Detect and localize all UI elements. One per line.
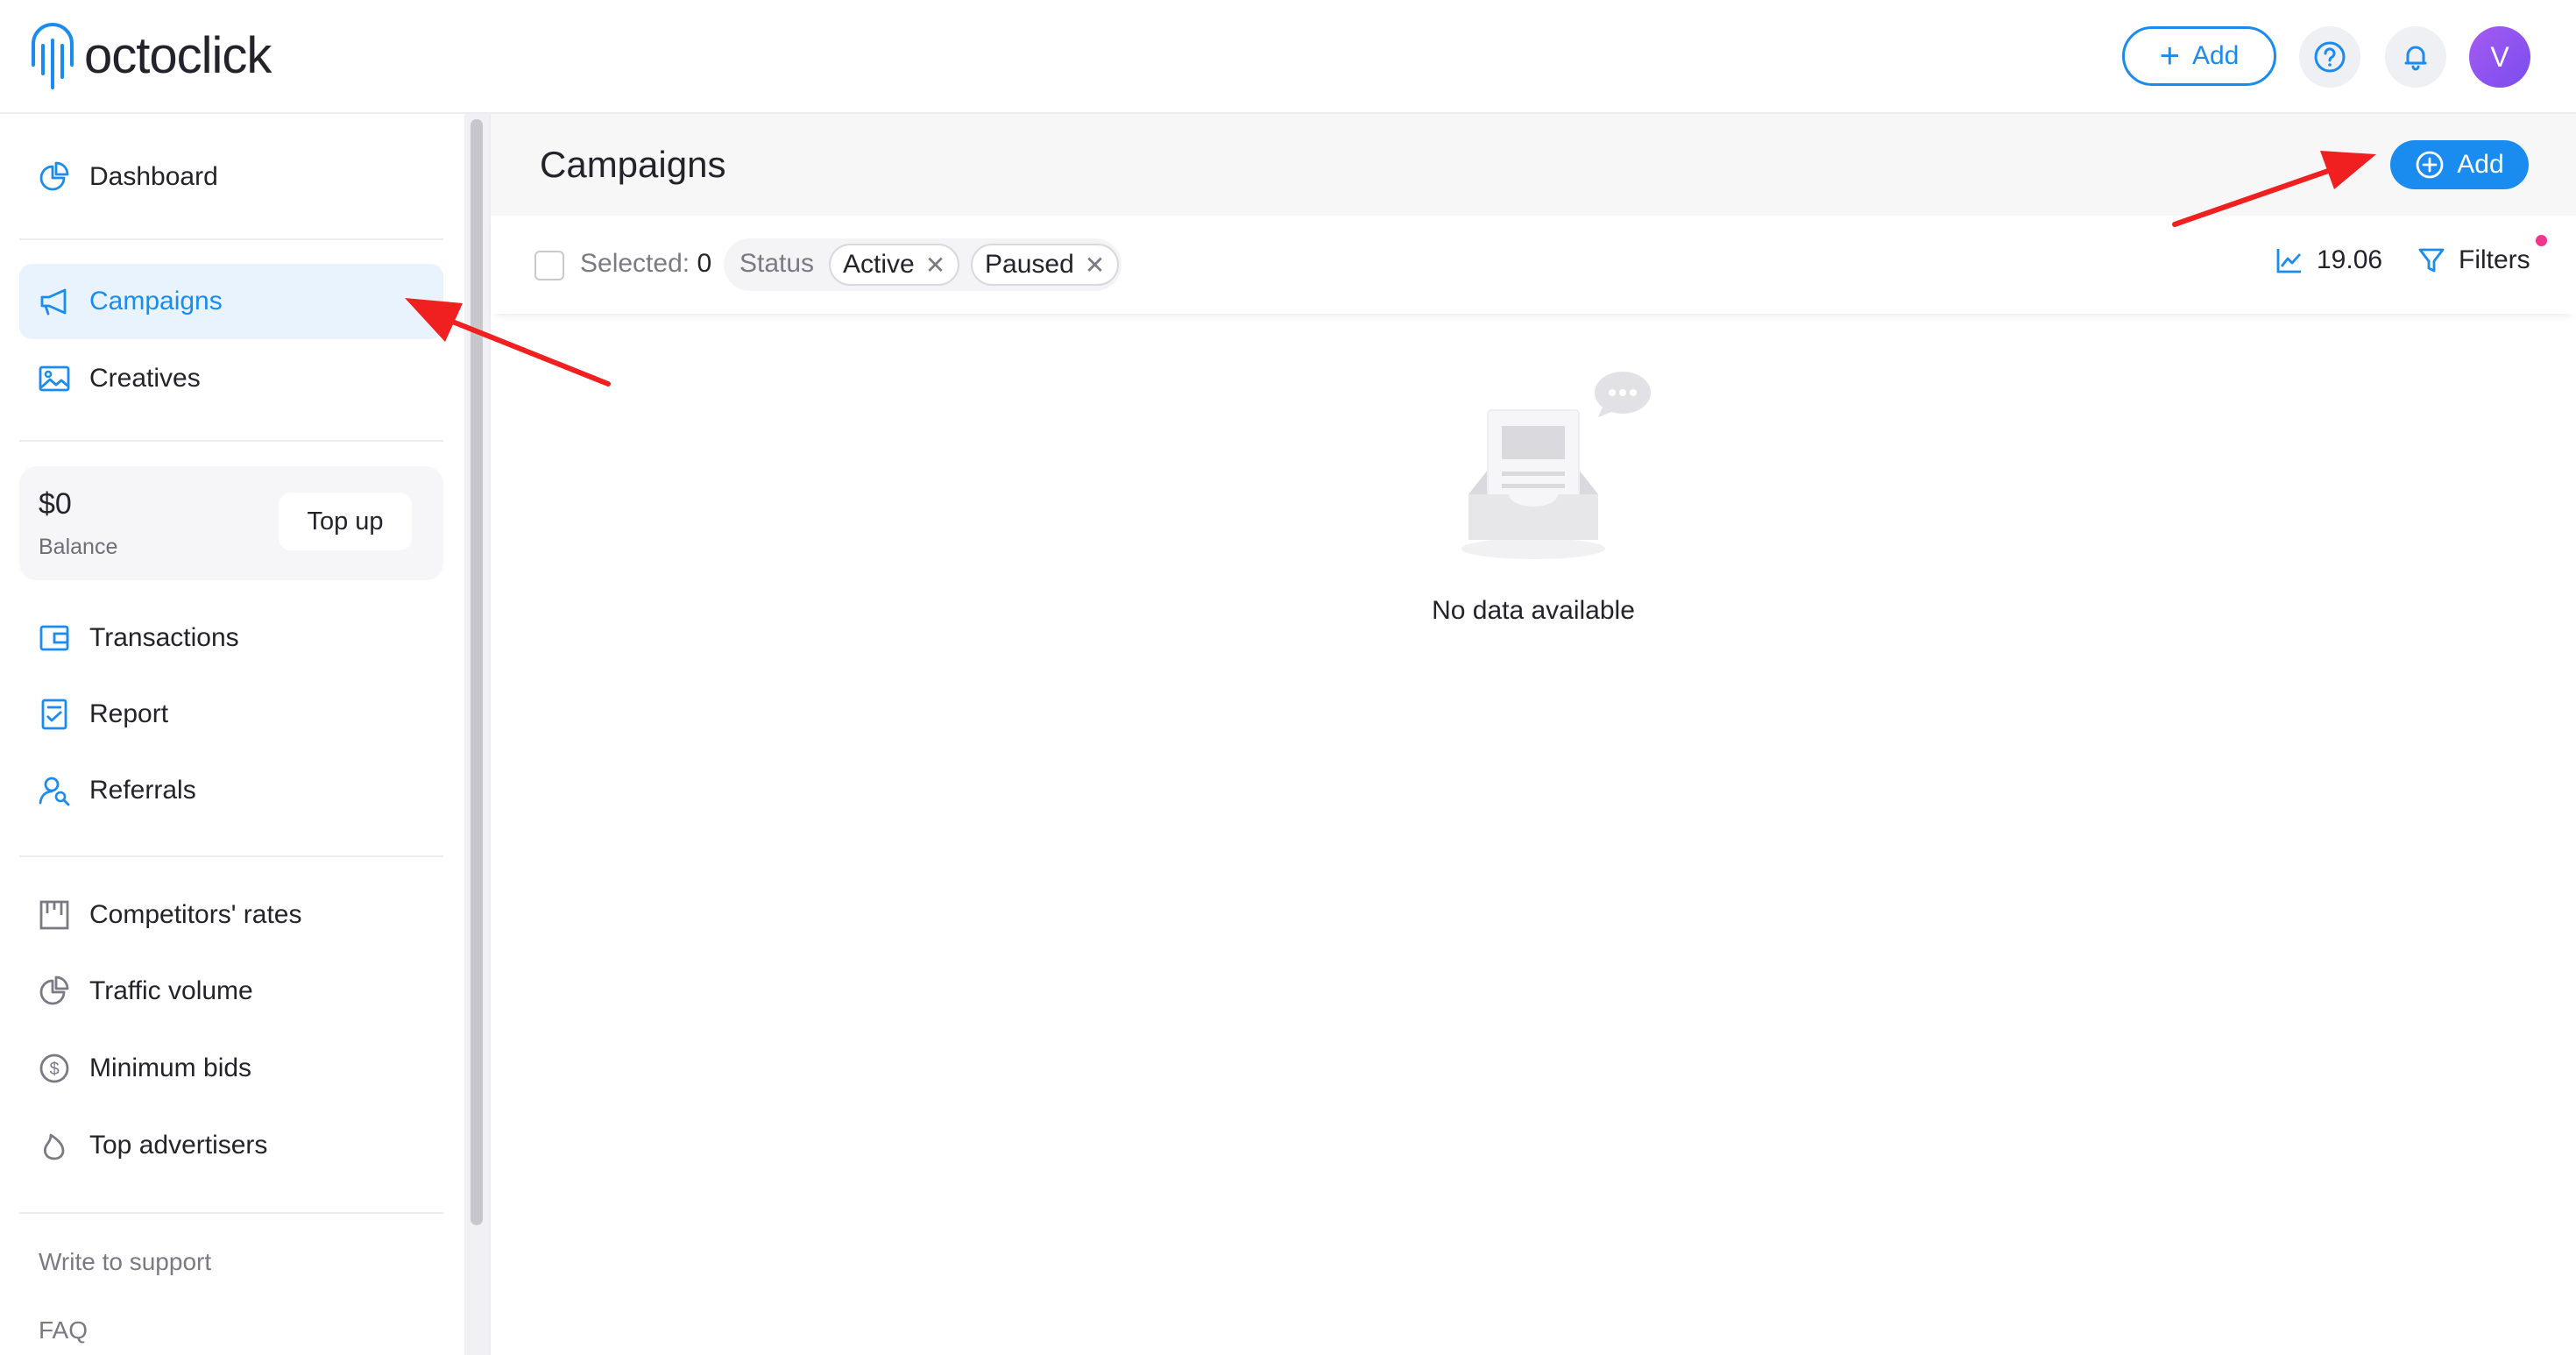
sidebar-item-traffic-volume[interactable]: Traffic volume [19, 954, 443, 1029]
sidebar-item-campaigns[interactable]: Campaigns [19, 264, 443, 339]
status-chip-paused[interactable]: Paused ✕ [971, 244, 1120, 286]
logo-text: octoclick [84, 26, 272, 84]
sidebar-item-label: Referrals [89, 776, 196, 805]
top-up-button[interactable]: Top up [279, 493, 412, 550]
report-icon [41, 699, 67, 730]
faq-link[interactable]: FAQ [39, 1316, 88, 1344]
close-icon[interactable]: ✕ [925, 251, 945, 280]
sidebar-item-creatives[interactable]: Creatives [19, 341, 443, 416]
sidebar-divider [19, 855, 443, 857]
write-to-support-link[interactable]: Write to support [39, 1248, 211, 1276]
selected-count: Selected: 0 [580, 249, 711, 279]
sidebar-scrollbar-thumb[interactable] [471, 119, 483, 1225]
close-icon[interactable]: ✕ [1085, 251, 1105, 280]
add-campaign-button[interactable]: Add [2390, 140, 2529, 189]
sidebar-divider [19, 440, 443, 442]
logo[interactable]: octoclick [28, 19, 272, 91]
sidebar-item-top-advertisers[interactable]: Top advertisers [19, 1108, 443, 1183]
stat-value: 19.06 [2317, 245, 2383, 274]
empty-inbox-illustration [1461, 372, 1651, 559]
status-chip-active[interactable]: Active ✕ [829, 244, 960, 286]
plus-icon: + [2159, 37, 2180, 75]
sidebar-item-competitors-rates[interactable]: Competitors' rates [19, 877, 443, 953]
chip-label: Active [843, 250, 915, 279]
select-all-checkbox[interactable] [534, 251, 564, 280]
sidebar-item-report[interactable]: Report [19, 677, 443, 752]
user-avatar[interactable]: V [2469, 26, 2530, 88]
sidebar-item-label: Traffic volume [89, 976, 253, 1005]
top-bar: octoclick + Add V [0, 0, 2576, 114]
pie-chart-icon [39, 161, 69, 191]
selected-number: 0 [697, 249, 712, 278]
balance-amount: $0 [39, 487, 72, 521]
sidebar-item-label: Minimum bids [89, 1053, 252, 1082]
sidebar-item-referrals[interactable]: Referrals [19, 753, 443, 828]
notifications-button[interactable] [2385, 26, 2446, 88]
octoclick-logo-icon [32, 23, 74, 89]
balance-card: $0 Balance Top up [19, 466, 443, 580]
bell-icon [2404, 46, 2427, 71]
line-chart-icon [2276, 249, 2302, 273]
sidebar-item-label: Dashboard [89, 162, 218, 191]
header-add-button[interactable]: + Add [2122, 26, 2276, 86]
page-title: Campaigns [540, 144, 726, 185]
selected-label: Selected: [580, 249, 690, 278]
sidebar-divider [19, 1212, 443, 1214]
plus-circle-icon [2416, 151, 2444, 179]
campaigns-toolbar: Selected: 0 Status Active ✕ Paused ✕ 19.… [491, 216, 2576, 314]
competitors-rates-icon [39, 900, 69, 930]
sidebar-item-label: Transactions [89, 623, 239, 652]
main-header: Campaigns Add [491, 114, 2576, 216]
sidebar-item-label: Creatives [89, 364, 201, 393]
sidebar-item-label: Report [89, 699, 169, 728]
sidebar-divider [19, 238, 443, 240]
flame-icon [44, 1133, 65, 1160]
status-filter[interactable]: Status Active ✕ Paused ✕ [724, 238, 1122, 291]
help-button[interactable] [2299, 26, 2360, 88]
filters-indicator-dot [2536, 235, 2547, 246]
status-label: Status [740, 249, 815, 278]
chip-label: Paused [985, 250, 1074, 279]
sidebar-item-label: Top advertisers [89, 1131, 268, 1160]
filters-button[interactable]: Filters [2417, 245, 2530, 275]
header-add-label: Add [2191, 41, 2240, 70]
balance-label: Balance [39, 535, 118, 559]
filters-label: Filters [2459, 245, 2530, 274]
empty-state-text: No data available [1432, 596, 1635, 625]
sidebar: Dashboard Campaigns Creatives $0 Balance… [0, 114, 464, 1355]
dollar-circle-icon: $ [39, 1053, 69, 1083]
sidebar-item-transactions[interactable]: Transactions [19, 600, 443, 676]
image-icon [39, 365, 70, 392]
add-campaign-label: Add [2457, 150, 2504, 179]
sidebar-item-label: Competitors' rates [89, 900, 302, 929]
sidebar-item-minimum-bids[interactable]: $ Minimum bids [19, 1031, 443, 1106]
help-circle-icon [2314, 41, 2346, 73]
megaphone-icon [40, 288, 67, 316]
referrals-icon [39, 777, 70, 806]
sidebar-item-label: Campaigns [89, 287, 223, 316]
sidebar-item-dashboard[interactable]: Dashboard [19, 139, 443, 215]
traffic-pie-icon [39, 975, 69, 1005]
wallet-icon [39, 625, 69, 651]
filter-funnel-icon [2418, 248, 2445, 273]
stat-indicator[interactable]: 19.06 [2275, 245, 2382, 275]
svg-text:$: $ [49, 1060, 59, 1079]
